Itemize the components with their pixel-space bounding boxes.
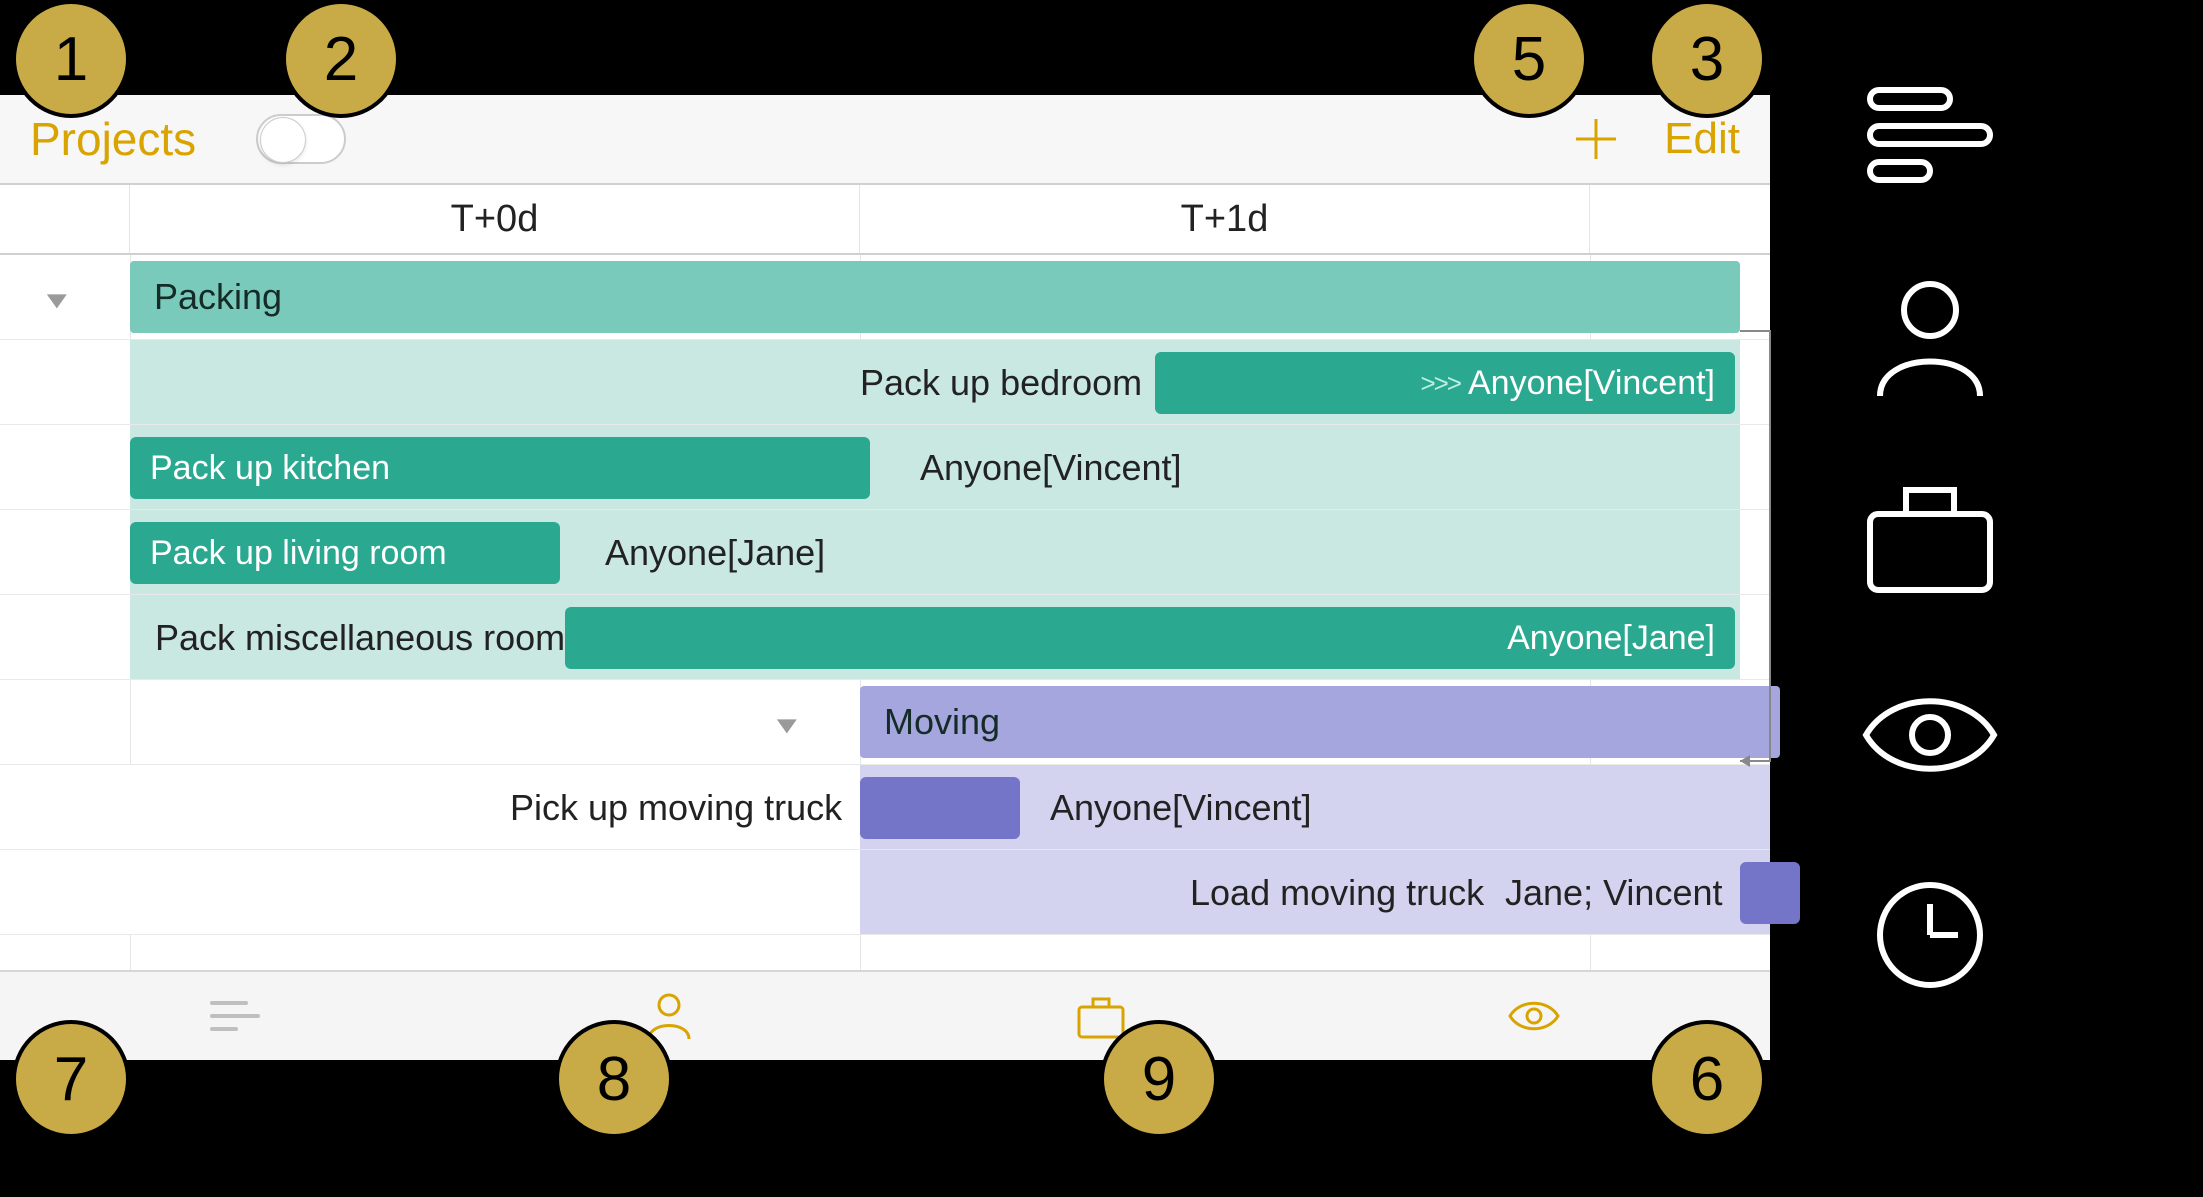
task-row[interactable]: Load moving truck Jane; Vincent	[0, 850, 1770, 935]
task-label: Pack up living room	[150, 534, 447, 573]
edit-button[interactable]: Edit	[1664, 114, 1740, 164]
legend-briefcase-icon	[1830, 460, 2030, 610]
timeline-day-0: T+0d	[130, 185, 860, 253]
task-label: Load moving truck	[1190, 872, 1484, 914]
task-row[interactable]: Pack miscellaneous rooms Anyone[Jane]	[0, 595, 1770, 680]
projects-back-button[interactable]: Projects	[30, 112, 196, 166]
callout-badge-2: 2	[282, 0, 400, 118]
task-bar-pack-living[interactable]: Pack up living room	[130, 522, 560, 584]
task-label: Pack up bedroom	[860, 362, 1142, 404]
callout-badge-6: 6	[1648, 1020, 1766, 1138]
collapse-icon[interactable]: ▼	[770, 712, 804, 739]
callout-badge-1: 1	[12, 0, 130, 118]
eye-icon	[1504, 991, 1564, 1041]
task-row[interactable]: Pack up living room Anyone[Jane]	[0, 510, 1770, 595]
task-resource: Anyone[Jane]	[1507, 619, 1715, 658]
gantt-view-button[interactable]	[200, 986, 272, 1046]
legend-eye-icon	[1830, 660, 2030, 810]
add-button[interactable]	[1568, 111, 1624, 167]
gantt-chart[interactable]: ▼ Packing Pack up bedroom >>> Anyone[Vin…	[0, 255, 1770, 970]
timeline-header: T+0d T+1d	[0, 185, 1770, 255]
view-options-button[interactable]	[1498, 986, 1570, 1046]
task-label: Pick up moving truck	[510, 787, 842, 829]
task-resource: Anyone[Vincent]	[1468, 364, 1715, 403]
task-resource: Anyone[Vincent]	[920, 447, 1182, 489]
app-frame: Projects Edit T+0d T+1d ▼ Packing Pack u…	[0, 95, 1770, 1060]
group-row-packing[interactable]: ▼ Packing	[0, 255, 1770, 340]
group-bar-moving[interactable]: Moving	[860, 686, 1780, 758]
gantt-icon	[206, 991, 266, 1041]
callout-badge-5: 5	[1470, 0, 1588, 118]
bottom-toolbar	[0, 970, 1770, 1060]
task-bar-pack-kitchen[interactable]: Pack up kitchen	[130, 437, 870, 499]
legend-gantt-icon	[1830, 60, 2030, 210]
task-label: Pack up kitchen	[150, 449, 390, 488]
group-row-moving[interactable]: ▼ Moving	[0, 680, 1770, 765]
collapse-icon[interactable]: ▼	[40, 287, 74, 314]
task-resource: Anyone[Vincent]	[1050, 787, 1312, 829]
task-bar-pack-bedroom[interactable]: >>> Anyone[Vincent]	[1155, 352, 1735, 414]
task-label: Pack miscellaneous rooms	[155, 617, 583, 659]
task-bar-pack-misc[interactable]: Anyone[Jane]	[565, 607, 1735, 669]
task-row[interactable]: Pick up moving truck Anyone[Vincent]	[0, 765, 1770, 850]
task-resource: Anyone[Jane]	[605, 532, 825, 574]
task-row[interactable]: Pack up bedroom >>> Anyone[Vincent]	[0, 340, 1770, 425]
task-bar-load-truck[interactable]	[1740, 862, 1800, 924]
group-label: Moving	[884, 701, 1000, 743]
callout-badge-8: 8	[555, 1020, 673, 1138]
task-bar-pick-truck[interactable]	[860, 777, 1020, 839]
callout-badge-9: 9	[1100, 1020, 1218, 1138]
view-toggle-switch[interactable]	[256, 114, 346, 164]
timeline-day-1: T+1d	[860, 185, 1590, 253]
side-icon-legend	[1830, 60, 2130, 1010]
callout-badge-7: 7	[12, 1020, 130, 1138]
callout-badge-3: 3	[1648, 0, 1766, 118]
dependency-arrow-icon: >>>	[1420, 368, 1460, 399]
plus-icon	[1572, 115, 1620, 163]
group-bar-packing[interactable]: Packing	[130, 261, 1740, 333]
legend-person-icon	[1830, 260, 2030, 410]
task-row[interactable]: Pack up kitchen Anyone[Vincent]	[0, 425, 1770, 510]
legend-clock-icon	[1830, 860, 2030, 1010]
group-label: Packing	[154, 276, 282, 318]
task-resource: Jane; Vincent	[1505, 872, 1723, 914]
